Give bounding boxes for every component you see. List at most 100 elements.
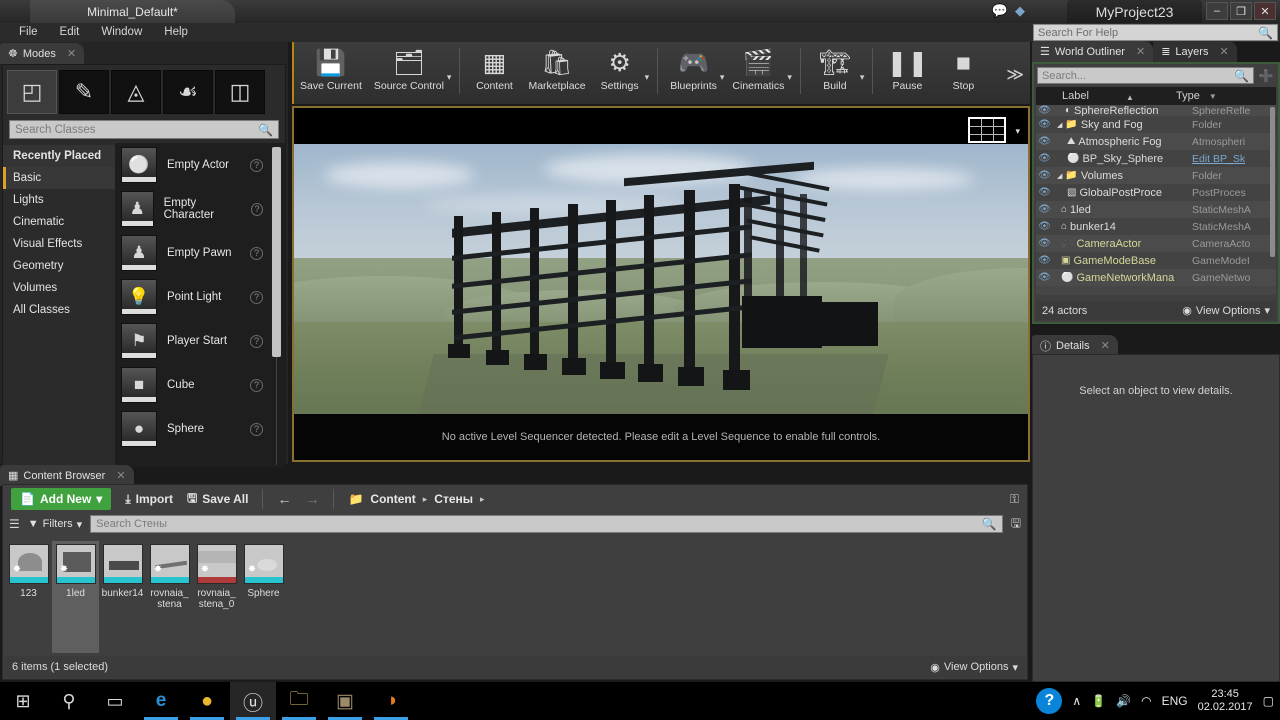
- cinematics-button[interactable]: 🎬 Cinematics: [726, 45, 790, 99]
- menu-help[interactable]: Help: [153, 23, 199, 42]
- add-folder-icon[interactable]: ➕: [1257, 67, 1275, 84]
- table-row[interactable]: 👁 ◐ SphereReflection SphereRefle: [1036, 105, 1276, 116]
- task-view-button[interactable]: ▭: [92, 682, 138, 720]
- category-recently-placed[interactable]: Recently Placed: [3, 145, 115, 167]
- chrome-taskbar-button[interactable]: ●: [184, 682, 230, 720]
- battery-icon[interactable]: 🔋: [1091, 694, 1106, 708]
- visibility-eye-icon[interactable]: 👁: [1036, 170, 1053, 181]
- chevron-down-icon[interactable]: ▾: [645, 64, 650, 83]
- category-basic[interactable]: Basic: [3, 167, 115, 189]
- blueprints-button[interactable]: 🎮 Blueprints: [664, 45, 723, 99]
- close-icon[interactable]: ✕: [1219, 45, 1228, 58]
- view-options-button[interactable]: ◉ View Options ▾: [930, 661, 1018, 674]
- visibility-eye-icon[interactable]: 👁: [1036, 187, 1053, 198]
- close-button[interactable]: ✕: [1254, 2, 1276, 20]
- asset-tile-rovnaia-stena[interactable]: ✸ rovnaia_ stena: [146, 541, 193, 653]
- visibility-eye-icon[interactable]: 👁: [1036, 136, 1053, 147]
- close-icon[interactable]: ✕: [116, 469, 125, 482]
- close-icon[interactable]: ✕: [1136, 45, 1145, 58]
- category-cinematic[interactable]: Cinematic: [3, 211, 115, 233]
- save-search-icon[interactable]: 🖫: [1011, 514, 1021, 535]
- column-header-label[interactable]: Label ▲: [1036, 90, 1176, 102]
- help-icon[interactable]: ?: [250, 423, 263, 436]
- list-item[interactable]: 💡 Point Light ?: [115, 275, 285, 319]
- forward-button[interactable]: →: [305, 491, 319, 507]
- add-new-button[interactable]: 📄 Add New ▾: [11, 488, 111, 510]
- asset-tile-sphere[interactable]: ✸ Sphere: [240, 541, 287, 653]
- help-icon[interactable]: ?: [250, 291, 263, 304]
- list-item[interactable]: ■ Cube ?: [115, 363, 285, 407]
- asset-tile-123[interactable]: ✸ 123: [5, 541, 52, 653]
- table-row[interactable]: 👁 ◢ 📁 Sky and Fog Folder: [1036, 116, 1276, 133]
- chevron-down-icon[interactable]: ▾: [447, 64, 452, 83]
- category-lights[interactable]: Lights: [3, 189, 115, 211]
- table-row[interactable]: 👁 ▣ GameModeBase GameModeI: [1036, 252, 1276, 269]
- visibility-eye-icon[interactable]: 👁: [1036, 255, 1053, 266]
- table-row[interactable]: 👁 ▧ GlobalPostProce PostProces: [1036, 184, 1276, 201]
- restore-button[interactable]: ❐: [1230, 2, 1252, 20]
- list-item[interactable]: ♟ Empty Character ?: [115, 187, 285, 231]
- help-icon[interactable]: ?: [250, 159, 263, 172]
- expander-icon[interactable]: ◢: [1057, 121, 1062, 129]
- paint-mode-button[interactable]: ✎: [59, 70, 109, 114]
- table-row[interactable]: 👁 ⛰ Atmospheric Fog Atmospheri: [1036, 133, 1276, 150]
- landscape-mode-button[interactable]: ◬: [111, 70, 161, 114]
- start-button[interactable]: ⊞: [0, 682, 46, 720]
- geometry-editing-mode-button[interactable]: ◫: [215, 70, 265, 114]
- help-icon[interactable]: ?: [250, 379, 263, 392]
- file-explorer-taskbar-button[interactable]: 🗀: [276, 682, 322, 720]
- foliage-mode-button[interactable]: ☙: [163, 70, 213, 114]
- close-icon[interactable]: ✕: [67, 47, 76, 60]
- visibility-eye-icon[interactable]: 👁: [1036, 221, 1053, 232]
- place-mode-button[interactable]: ◰: [7, 70, 57, 114]
- language-indicator[interactable]: ENG: [1162, 694, 1188, 708]
- breadcrumb-steny[interactable]: Стены: [434, 492, 473, 506]
- tab-layers[interactable]: ≣ Layers ✕: [1153, 41, 1236, 62]
- help-icon[interactable]: ?: [250, 247, 263, 260]
- settings-button[interactable]: ⚙ Settings: [592, 45, 648, 99]
- menu-file[interactable]: File: [8, 23, 49, 42]
- toolbar-overflow-icon[interactable]: ≫: [1006, 65, 1030, 85]
- expander-icon[interactable]: ◢: [1057, 172, 1062, 180]
- visibility-eye-icon[interactable]: 👁: [1036, 238, 1053, 249]
- edit-blueprint-link[interactable]: Edit BP_Sk: [1192, 153, 1276, 165]
- asset-tile-1led[interactable]: ✸ 1led: [52, 541, 99, 653]
- chevron-up-icon[interactable]: ∧: [1072, 694, 1081, 708]
- chat-icon[interactable]: 💬: [992, 3, 1008, 19]
- blender-taskbar-button[interactable]: ◑: [368, 682, 414, 720]
- unreal-taskbar-button[interactable]: ⓤ: [230, 682, 276, 720]
- save-current-button[interactable]: 💾 Save Current: [294, 45, 368, 99]
- source-control-button[interactable]: 🗂 Source Control: [368, 45, 450, 99]
- marketplace-button[interactable]: 🛍 Marketplace: [522, 45, 591, 99]
- help-tray-icon[interactable]: ?: [1036, 688, 1062, 714]
- clock[interactable]: 23:45 02.02.2017: [1198, 688, 1253, 714]
- close-icon[interactable]: ✕: [1101, 339, 1110, 352]
- table-row[interactable]: 👁 ⌂ 1led StaticMeshA: [1036, 201, 1276, 218]
- table-row[interactable]: 👁 ⚪ GameNetworkMana GameNetwo: [1036, 269, 1276, 286]
- list-item[interactable]: ⚑ Player Start ?: [115, 319, 285, 363]
- volume-icon[interactable]: 🔊: [1116, 694, 1131, 708]
- visibility-eye-icon[interactable]: 👁: [1036, 105, 1053, 116]
- tab-world-outliner[interactable]: ☰ World Outliner ✕: [1032, 41, 1153, 62]
- category-geometry[interactable]: Geometry: [3, 255, 115, 277]
- help-search-input[interactable]: Search For Help 🔍: [1033, 24, 1278, 41]
- outliner-search-input[interactable]: Search... 🔍: [1037, 67, 1254, 84]
- asset-tile-bunker14[interactable]: bunker14: [99, 541, 146, 653]
- notifications-icon[interactable]: ▢: [1263, 694, 1274, 708]
- game-taskbar-button[interactable]: ▣: [322, 682, 368, 720]
- sources-panel-toggle-icon[interactable]: ☰: [9, 517, 20, 531]
- category-volumes[interactable]: Volumes: [3, 277, 115, 299]
- edge-taskbar-button[interactable]: e: [138, 682, 184, 720]
- visibility-eye-icon[interactable]: 👁: [1036, 119, 1053, 130]
- level-viewport[interactable]: ▾ No active Level Sequencer detected. Pl…: [292, 106, 1030, 462]
- import-button[interactable]: ⤓ Import: [125, 492, 173, 507]
- category-all-classes[interactable]: All Classes: [3, 299, 115, 321]
- save-all-button[interactable]: 🖫 Save All: [187, 489, 248, 510]
- table-row[interactable]: 👁 ⚪ BP_Sky_Sphere Edit BP_Sk: [1036, 150, 1276, 167]
- view-options-button[interactable]: ◉ View Options ▾: [1182, 304, 1270, 317]
- table-row[interactable]: 👁 ◢ 📁 Volumes Folder: [1036, 167, 1276, 184]
- search-classes-input[interactable]: Search Classes 🔍: [9, 120, 279, 139]
- help-icon[interactable]: ?: [251, 203, 263, 216]
- help-icon[interactable]: ?: [250, 335, 263, 348]
- list-item[interactable]: ● Sphere ?: [115, 407, 285, 451]
